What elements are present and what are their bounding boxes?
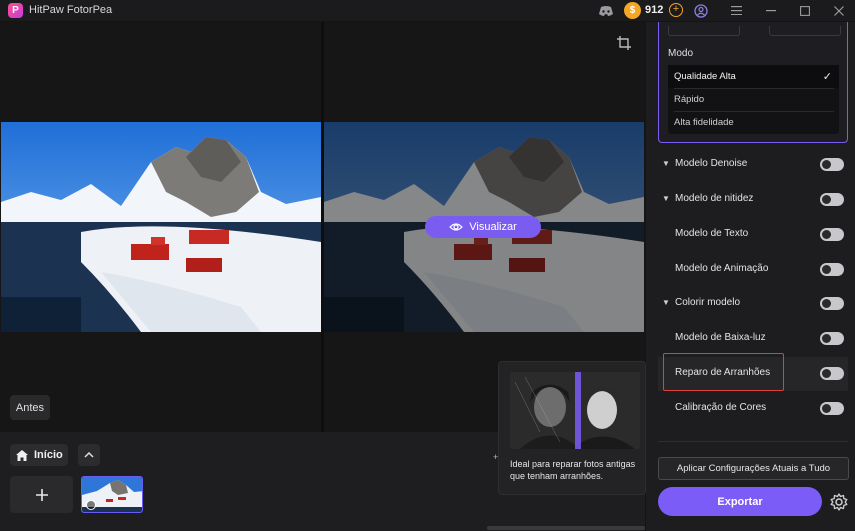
mode-option-high-fidelity[interactable]: Alta fidelidade bbox=[668, 111, 839, 134]
gear-icon[interactable] bbox=[829, 492, 849, 512]
scratch-repair-toggle[interactable] bbox=[820, 367, 844, 380]
text-model-toggle[interactable] bbox=[820, 228, 844, 241]
expand-triangle-icon[interactable]: ▼ bbox=[662, 194, 670, 203]
mode-label: Modo bbox=[668, 48, 694, 59]
add-image-button[interactable] bbox=[10, 476, 73, 513]
option-label: Modelo de Animação bbox=[675, 263, 769, 274]
menu-icon[interactable] bbox=[729, 2, 743, 19]
mode-option-label: Rápido bbox=[674, 94, 705, 105]
plus-icon bbox=[35, 488, 48, 501]
mode-dropdown[interactable]: Qualidade Alta ✓ Rápido Alta fidelidade bbox=[668, 65, 839, 134]
option-label: Modelo de Baixa-luz bbox=[675, 332, 766, 343]
apply-to-all-button[interactable]: Aplicar Configurações Atuais a Tudo bbox=[658, 457, 849, 480]
highlight-annotation bbox=[663, 353, 784, 391]
visualize-button[interactable]: Visualizar bbox=[425, 216, 541, 238]
expand-triangle-icon[interactable]: ▼ bbox=[662, 298, 670, 307]
option-label: Calibração de Cores bbox=[675, 402, 767, 413]
crop-icon[interactable] bbox=[617, 36, 631, 50]
collapse-button[interactable] bbox=[78, 444, 100, 466]
add-coins-icon[interactable]: + bbox=[669, 3, 683, 17]
horizontal-scrollbar[interactable] bbox=[487, 526, 645, 530]
maximize-icon[interactable] bbox=[798, 2, 812, 19]
option-low-light-model: Modelo de Baixa-luz bbox=[658, 322, 848, 356]
close-icon[interactable] bbox=[832, 2, 846, 19]
option-color-calibration: Calibração de Cores bbox=[658, 392, 848, 426]
colorize-toggle[interactable] bbox=[820, 297, 844, 310]
home-button[interactable]: Início bbox=[10, 444, 68, 466]
eye-icon bbox=[449, 223, 464, 231]
option-colorize-model: ▼ Colorir modelo bbox=[658, 287, 848, 321]
coin-count: 912 bbox=[645, 4, 664, 16]
user-account-icon[interactable] bbox=[693, 2, 709, 19]
discord-icon[interactable] bbox=[597, 2, 614, 19]
export-button[interactable]: Exportar bbox=[658, 487, 822, 516]
checkmark-icon: ✓ bbox=[822, 71, 832, 83]
mode-option-fast[interactable]: Rápido bbox=[668, 88, 839, 111]
title-bar bbox=[0, 0, 855, 21]
option-label: Modelo de nitidez bbox=[675, 193, 754, 204]
app-logo-icon: P bbox=[8, 3, 23, 18]
app-window: P HitPaw FotorPea $ 912 + Visualizar Ant… bbox=[0, 0, 855, 531]
panel-divider bbox=[658, 441, 848, 442]
home-icon bbox=[16, 449, 28, 461]
app-title: HitPaw FotorPea bbox=[29, 4, 113, 16]
option-tab-left[interactable] bbox=[668, 26, 740, 36]
color-calibration-toggle[interactable] bbox=[820, 402, 844, 415]
sharpness-toggle[interactable] bbox=[820, 193, 844, 206]
home-label: Início bbox=[34, 449, 63, 461]
expand-triangle-icon[interactable]: ▼ bbox=[662, 159, 670, 168]
mode-option-label: Alta fidelidade bbox=[674, 117, 734, 128]
before-image bbox=[1, 122, 321, 332]
option-tab-right[interactable] bbox=[769, 26, 841, 36]
option-label: Colorir modelo bbox=[675, 297, 741, 308]
before-button[interactable]: Antes bbox=[10, 395, 50, 420]
image-thumbnail[interactable] bbox=[81, 476, 143, 513]
visualize-label: Visualizar bbox=[469, 221, 517, 233]
option-animation-model: Modelo de Animação bbox=[658, 253, 848, 287]
tooltip-text: Ideal para reparar fotos antigas que ten… bbox=[510, 459, 636, 481]
mode-option-label: Qualidade Alta bbox=[674, 71, 736, 82]
scratch-repair-sample-image bbox=[510, 372, 640, 449]
clock-icon bbox=[86, 500, 96, 510]
mode-option-high-quality[interactable]: Qualidade Alta ✓ bbox=[668, 65, 839, 88]
option-text-model: Modelo de Texto bbox=[658, 218, 848, 252]
chevron-up-icon bbox=[84, 452, 94, 458]
option-label: Modelo Denoise bbox=[675, 158, 748, 169]
option-sharpness-model: ▼ Modelo de nitidez bbox=[658, 183, 848, 217]
feature-tooltip: Ideal para reparar fotos antigas que ten… bbox=[498, 361, 646, 495]
denoise-toggle[interactable] bbox=[820, 158, 844, 171]
minimize-icon[interactable] bbox=[764, 2, 778, 19]
animation-model-toggle[interactable] bbox=[820, 263, 844, 276]
option-label: Modelo de Texto bbox=[675, 228, 749, 239]
coin-icon: $ bbox=[624, 2, 641, 19]
low-light-toggle[interactable] bbox=[820, 332, 844, 345]
option-denoise-model: ▼ Modelo Denoise bbox=[658, 148, 848, 182]
